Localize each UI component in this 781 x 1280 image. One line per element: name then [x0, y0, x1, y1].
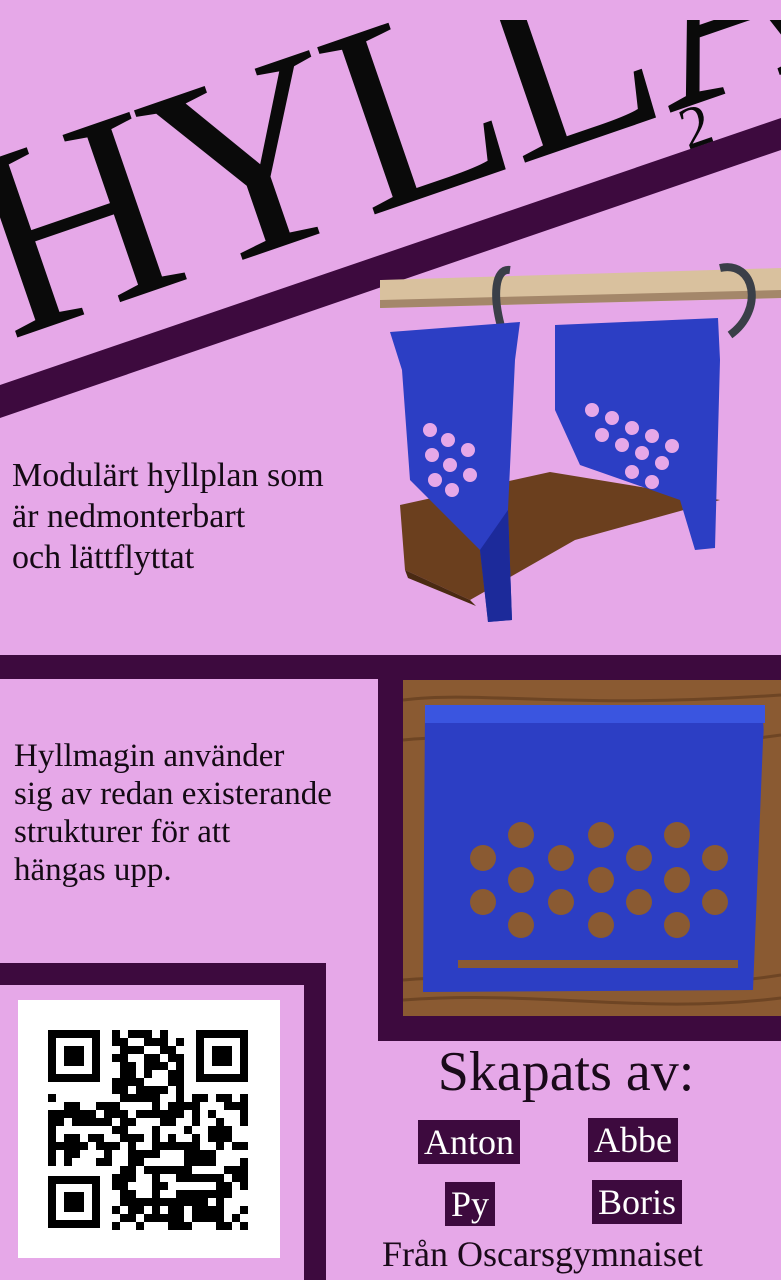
- product-photo-bracket: [403, 680, 781, 1016]
- credits-title: Skapats av:: [437, 1041, 695, 1103]
- qr-card[interactable]: [18, 1000, 280, 1258]
- description-line: sig av redan existerande: [14, 776, 332, 812]
- qr-code-icon[interactable]: [18, 1000, 280, 1258]
- description-line: strukturer för att: [14, 814, 231, 850]
- description: Hyllmagin använder sig av redan existera…: [14, 737, 374, 889]
- tagline-line: är nedmonterbart: [12, 498, 246, 535]
- tagline-line: och lättflyttat: [12, 539, 195, 576]
- product-photo-hanging: [380, 263, 781, 622]
- creator-name: Py: [445, 1182, 496, 1226]
- description-line: hängas upp.: [14, 852, 172, 888]
- description-line: Hyllmagin använder: [14, 738, 285, 774]
- creator-name: Boris: [592, 1180, 683, 1224]
- creator-name: Anton: [418, 1120, 520, 1164]
- tagline-line: Modulärt hyllplan som: [12, 457, 324, 494]
- creator-name: Abbe: [588, 1118, 678, 1162]
- tagline: Modulärt hyllplan som är nedmonterbart o…: [12, 455, 402, 578]
- school-line: Från Oscarsgymnaiset: [382, 1234, 703, 1274]
